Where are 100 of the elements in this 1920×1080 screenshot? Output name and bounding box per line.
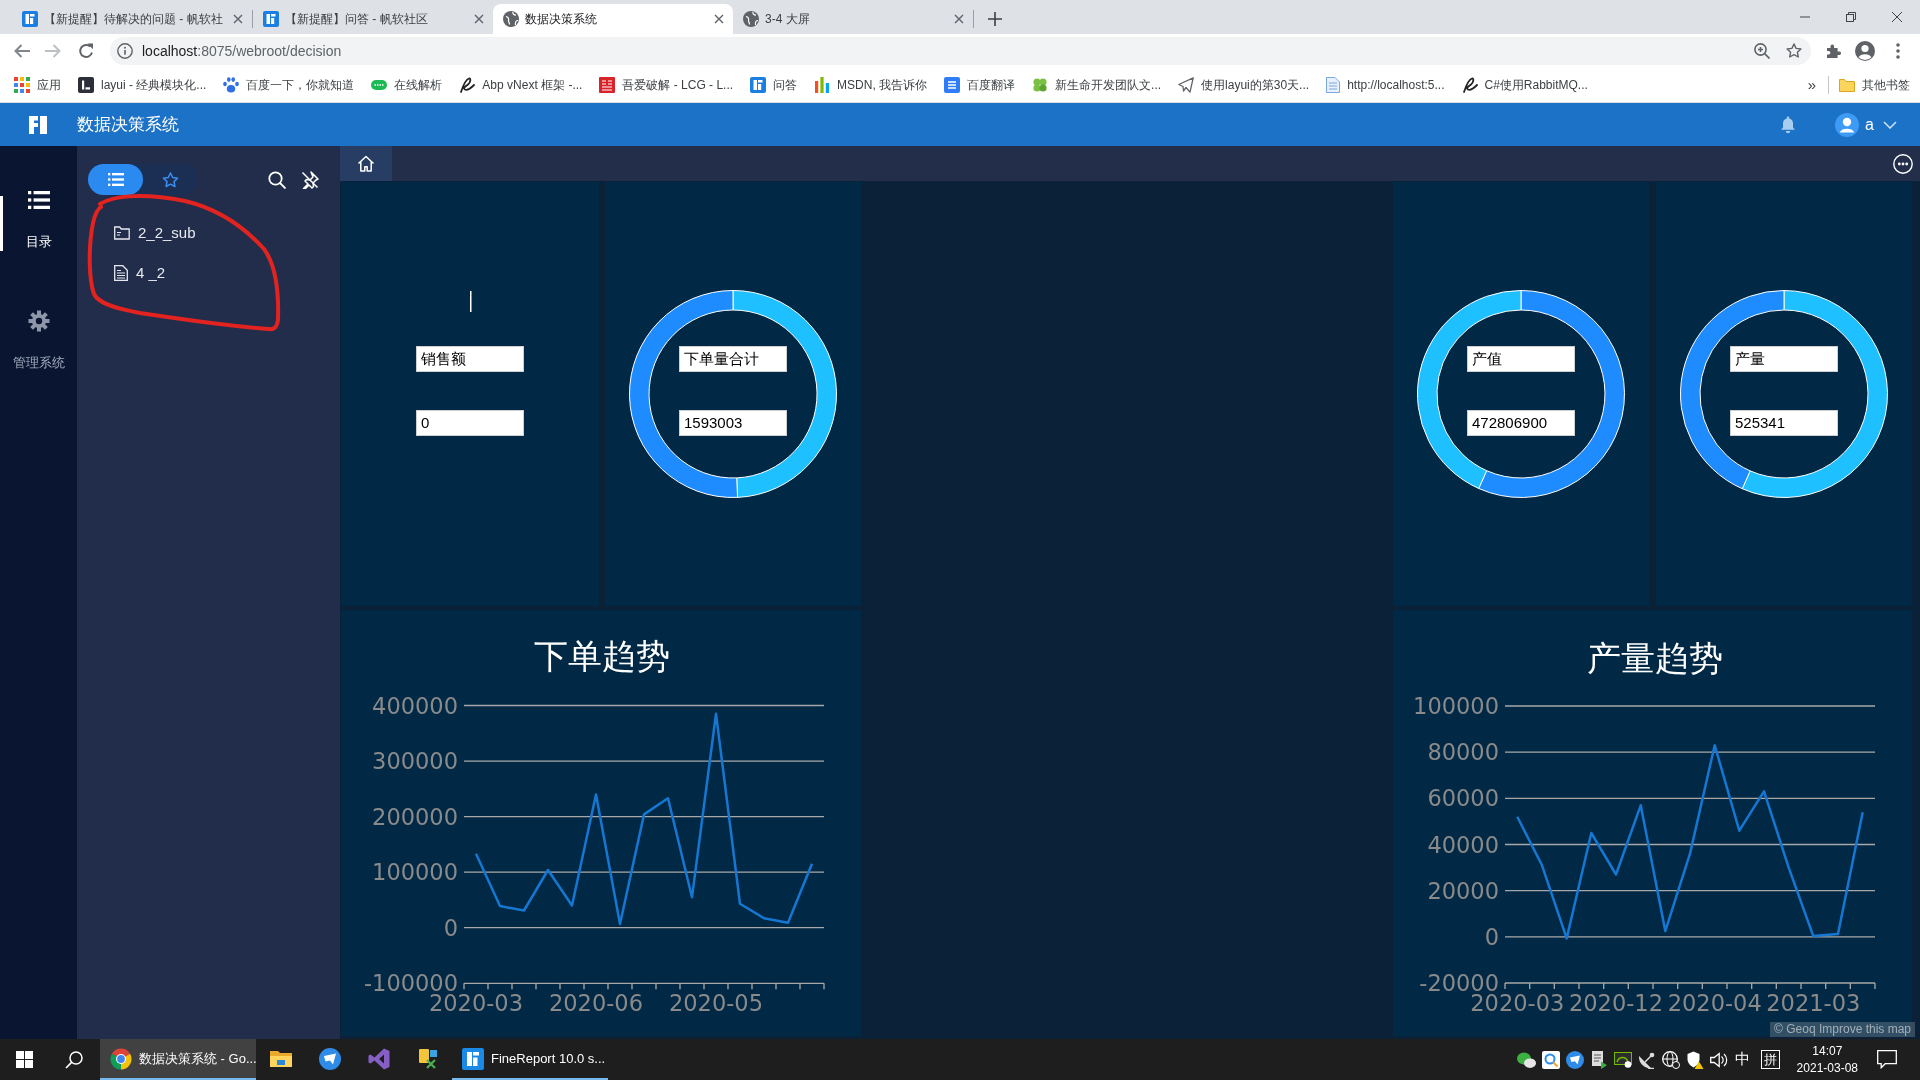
nav-item[interactable]: 管理系统 <box>0 305 77 375</box>
bookmark-link[interactable]: 百度一下，你就知道 <box>223 76 355 94</box>
home-tab[interactable] <box>340 146 392 181</box>
bookmark-link[interactable]: C#使用RabbitMQ... <box>1461 76 1588 94</box>
clock-date[interactable]: 2021-03-08 <box>1796 1059 1858 1077</box>
back-icon[interactable] <box>14 44 30 58</box>
windows-icon[interactable] <box>15 1051 33 1068</box>
avatar-icon[interactable] <box>1835 112 1860 137</box>
globe-icon <box>743 11 759 27</box>
text-cursor-icon <box>470 291 472 312</box>
star-icon <box>162 171 179 188</box>
plus-icon[interactable] <box>988 12 1002 26</box>
map-attribution[interactable]: © Geoq Improve this map <box>1770 1022 1915 1037</box>
text-field[interactable]: 产量 <box>1730 346 1838 372</box>
document-icon <box>114 265 128 281</box>
taskbar-button[interactable]: 数据决策系统 - Go... <box>100 1039 256 1080</box>
close-icon[interactable] <box>474 14 484 24</box>
shield-icon[interactable] <box>1685 1050 1704 1069</box>
address-field[interactable]: localhost:8075/webroot/decision <box>110 37 1811 65</box>
tree-item[interactable]: 2_2_sub <box>77 213 340 253</box>
axis-label: 100000 <box>1413 693 1499 719</box>
folder-icon <box>1839 78 1855 92</box>
ribbon-icon <box>367 1047 390 1070</box>
text-field[interactable]: 产值 <box>1467 346 1575 372</box>
tree-item[interactable]: 4 _2 <box>77 253 340 293</box>
text-field[interactable]: 472806900 <box>1467 410 1575 436</box>
chat-bubbles-icon[interactable] <box>1517 1051 1537 1068</box>
paper-plane-icon <box>1178 77 1195 93</box>
home-icon <box>357 155 375 172</box>
axis-label: 0 <box>443 914 458 941</box>
document-icon[interactable] <box>1590 1050 1607 1069</box>
folder-icon <box>269 1049 292 1068</box>
browser-tab[interactable]: 【新提醒】问答 - 帆软社区 <box>253 4 493 34</box>
more-icon[interactable] <box>1893 153 1913 174</box>
satellite-dish-icon[interactable] <box>1637 1050 1656 1069</box>
logo-icon <box>462 1047 484 1070</box>
gauge-icon[interactable] <box>1613 1051 1632 1068</box>
pin-slash-icon[interactable] <box>301 170 319 189</box>
nav-item[interactable]: 目录 <box>0 186 77 256</box>
text-field[interactable]: 0 <box>416 410 524 436</box>
text-field[interactable]: 525341 <box>1730 410 1838 436</box>
close-icon[interactable] <box>233 14 243 24</box>
browser-icon <box>110 1047 132 1070</box>
info-icon[interactable] <box>117 43 133 59</box>
magnifier-tile-icon[interactable] <box>1541 1050 1560 1069</box>
bookmark-link[interactable]: MSDN, 我告诉你 <box>814 76 928 94</box>
puzzle-icon[interactable] <box>1826 43 1842 59</box>
close-icon[interactable] <box>1892 12 1902 22</box>
avatar-icon[interactable] <box>1855 41 1875 61</box>
logo-icon <box>22 11 38 27</box>
overflow-button[interactable]: » <box>1804 73 1819 97</box>
grid-icon <box>14 77 30 93</box>
axis-label: 200000 <box>372 803 458 830</box>
taskbar-button[interactable]: FineReport 10.0 s... <box>452 1039 608 1080</box>
view-tab[interactable] <box>88 164 143 195</box>
restore-icon[interactable] <box>1846 12 1856 22</box>
seal-icon <box>599 77 616 93</box>
axis-label: 20000 <box>1427 877 1499 904</box>
bookmark-link[interactable]: 使用layui的第30天... <box>1178 76 1310 94</box>
axis-label: 0 <box>1484 923 1499 950</box>
bookmark-link[interactable]: Abp vNext 框架 -... <box>459 76 583 94</box>
text-field[interactable]: 下单量合计 <box>679 346 787 372</box>
axis-label: 2020-06 <box>549 990 643 1016</box>
bookmark-link[interactable]: 吾爱破解 - LCG - L... <box>599 76 734 94</box>
text-field[interactable]: 销售额 <box>416 346 524 372</box>
globe-icon[interactable] <box>1661 1050 1680 1069</box>
close-icon[interactable] <box>954 14 964 24</box>
paper-plane-icon[interactable] <box>1565 1050 1584 1069</box>
chevron-down-icon[interactable] <box>1883 120 1897 129</box>
menu-icon[interactable] <box>1896 43 1900 59</box>
reload-icon[interactable] <box>78 43 94 59</box>
ime-indicator[interactable]: 中 <box>1730 1048 1755 1071</box>
browser-tab[interactable]: 3-4 大屏 <box>733 4 973 34</box>
chart-title: 产量趋势 <box>1587 639 1723 677</box>
browser-tab[interactable]: 数据决策系统 <box>493 4 733 34</box>
bookmark-link[interactable]: 应用 <box>14 76 61 94</box>
chart-title: 下单趋势 <box>534 637 670 675</box>
user-name[interactable]: a <box>1865 112 1874 137</box>
bookmark-link[interactable]: layui - 经典模块化... <box>78 76 207 94</box>
clock-time[interactable]: 14:07 <box>1812 1042 1843 1060</box>
notification-icon[interactable] <box>1877 1050 1897 1069</box>
bell-icon[interactable] <box>1779 115 1798 134</box>
page-icon <box>1326 77 1341 93</box>
star-icon[interactable] <box>1786 43 1802 59</box>
ime-mode-button[interactable]: 拼 <box>1760 1050 1780 1069</box>
search-icon[interactable] <box>65 1050 83 1069</box>
axis-label: 300000 <box>372 748 458 775</box>
zoom-in-icon[interactable] <box>1754 43 1770 59</box>
speaker-icon[interactable] <box>1709 1051 1728 1068</box>
bookmark-link[interactable]: 其他书签 <box>1839 76 1910 94</box>
search-icon[interactable] <box>268 170 286 189</box>
bookmark-link[interactable]: 问答 <box>750 76 798 94</box>
browser-tab[interactable]: 【新提醒】待解决的问题 - 帆软社 <box>12 4 252 34</box>
close-icon[interactable] <box>714 14 724 24</box>
bookmark-link[interactable]: 在线解析 <box>371 76 443 94</box>
bookmark-link[interactable]: http://localhost:5... <box>1326 76 1445 94</box>
badge-icon <box>371 80 388 90</box>
text-field[interactable]: 1593003 <box>679 410 787 436</box>
bookmark-link[interactable]: 百度翻译 <box>944 76 1016 94</box>
bookmark-link[interactable]: 新生命开发团队文... <box>1032 76 1162 94</box>
